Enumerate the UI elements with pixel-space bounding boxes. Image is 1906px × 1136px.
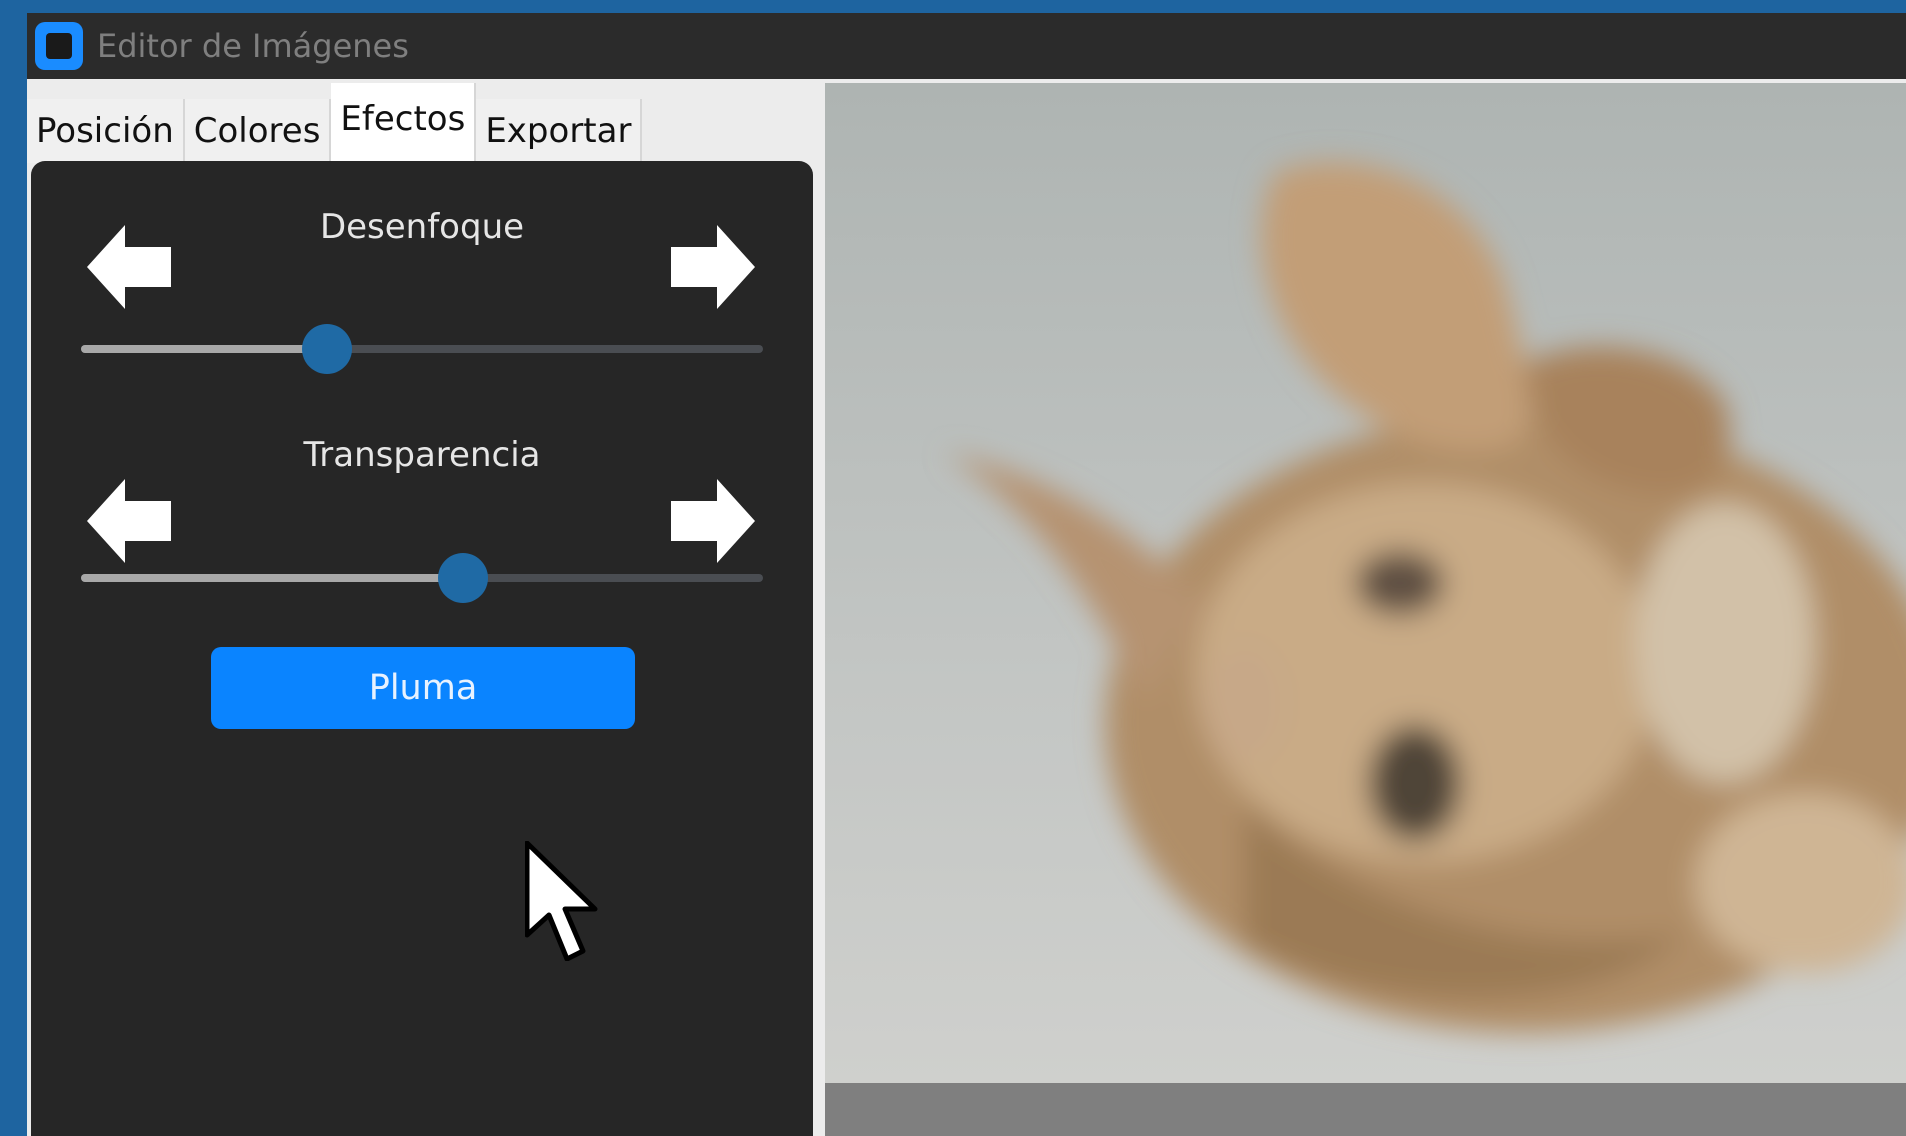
- slider-fill: [81, 574, 463, 582]
- arrow-left-icon[interactable]: [87, 225, 171, 309]
- tab-exportar[interactable]: Exportar: [476, 99, 643, 163]
- arrow-left-icon[interactable]: [87, 479, 171, 563]
- tab-bar: Posición Colores Efectos Exportar: [27, 83, 643, 163]
- transparency-slider[interactable]: [81, 553, 763, 603]
- arrow-right-icon[interactable]: [671, 479, 755, 563]
- tab-posicion[interactable]: Posición: [27, 99, 185, 163]
- editor-window: Editor de Imágenes Posición Colores Efec…: [27, 13, 1906, 1136]
- kitten-photo: [825, 83, 1906, 1136]
- tab-efectos[interactable]: Efectos: [331, 83, 477, 163]
- title-bar: Editor de Imágenes: [27, 13, 1906, 79]
- window-title: Editor de Imágenes: [97, 27, 409, 65]
- transparency-label: Transparencia: [303, 435, 541, 475]
- effects-panel: Desenfoque Transparencia Pluma: [31, 161, 813, 1136]
- arrow-right-icon[interactable]: [671, 225, 755, 309]
- slider-thumb[interactable]: [301, 324, 352, 374]
- tab-colores[interactable]: Colores: [184, 99, 332, 163]
- slider-fill: [81, 345, 327, 353]
- slider-thumb[interactable]: [437, 553, 488, 603]
- mouse-pointer-icon: [525, 841, 598, 961]
- app-icon: [35, 22, 83, 70]
- feather-button[interactable]: Pluma: [211, 647, 635, 729]
- blur-slider[interactable]: [81, 324, 763, 374]
- image-preview[interactable]: [825, 83, 1906, 1136]
